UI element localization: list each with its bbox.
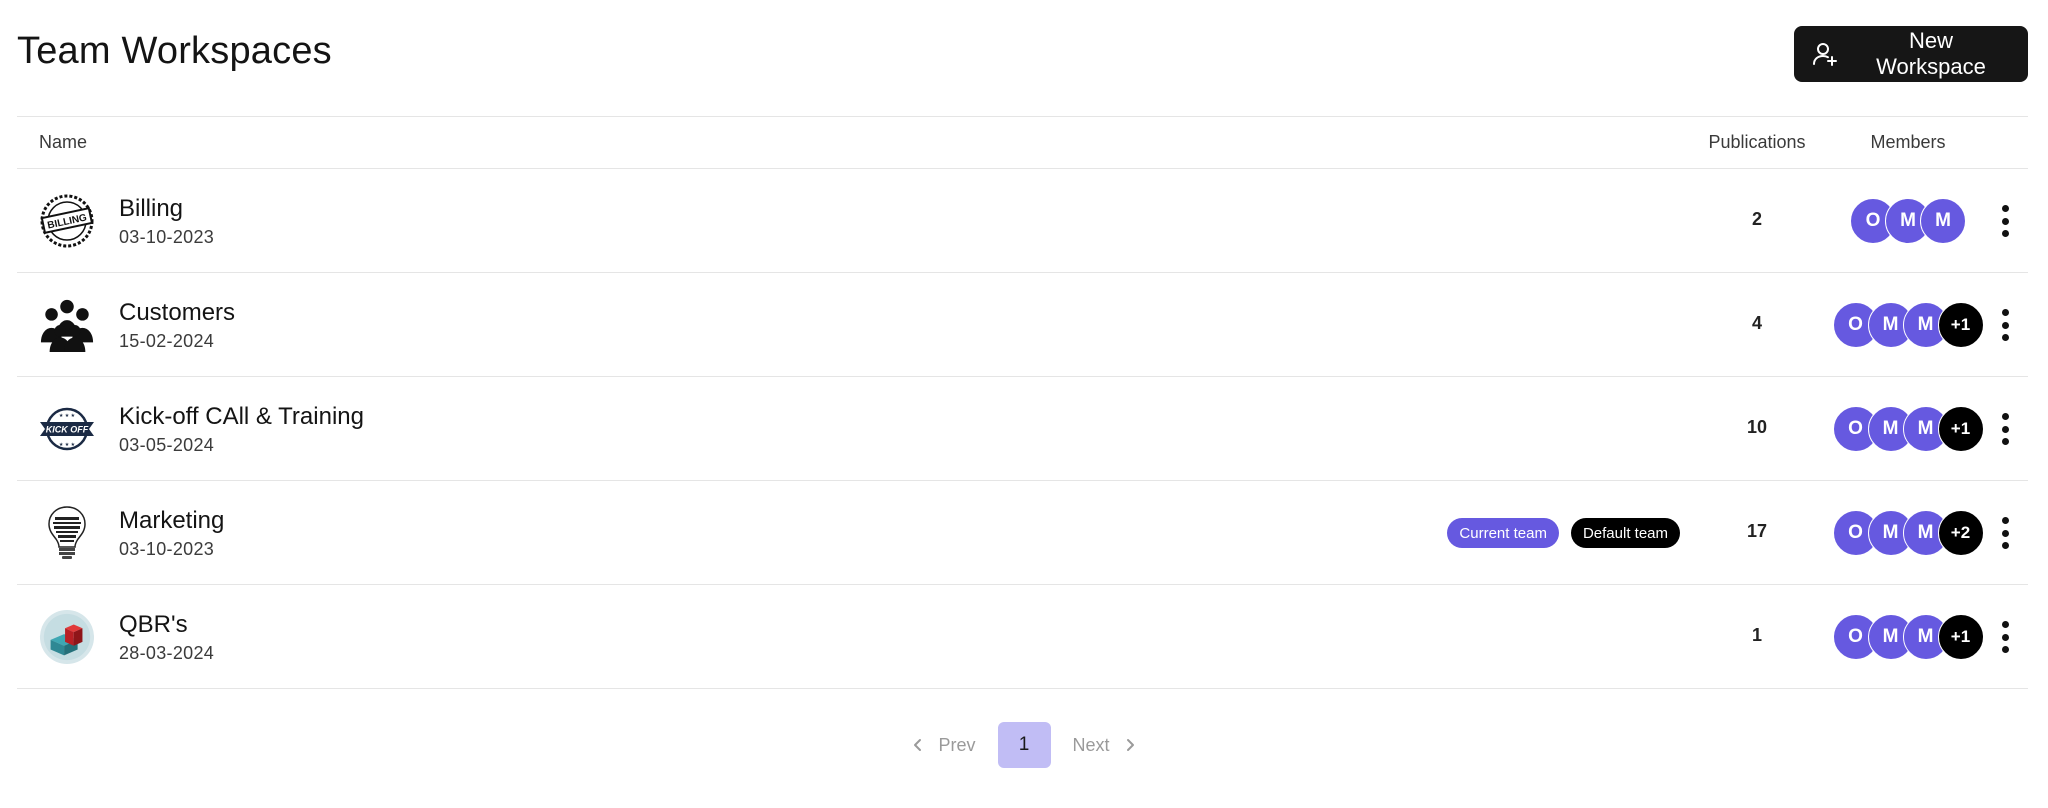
prev-label: Prev <box>938 734 976 755</box>
more-options-icon[interactable] <box>1990 617 2020 657</box>
more-members-badge[interactable]: +1 <box>1937 614 1984 660</box>
workspace-name[interactable]: Marketing <box>119 507 224 535</box>
next-label: Next <box>1072 734 1110 755</box>
svg-text:★ ★ ★: ★ ★ ★ <box>59 413 76 419</box>
cube-chart-logo <box>39 609 95 665</box>
member-avatar: M <box>1920 198 1966 244</box>
table-row[interactable]: KICK OFF ★ ★ ★ ★ ★ ★ Kick-off CAll & Tra… <box>17 377 2028 481</box>
table-row[interactable]: BILLING Billing 03-10-2023 2 OMM <box>17 169 2028 273</box>
kick-off-ribbon-logo: KICK OFF ★ ★ ★ ★ ★ ★ <box>39 401 95 457</box>
user-plus-icon <box>1812 41 1838 67</box>
members-avatars: O M M +1 <box>1828 302 1988 348</box>
members-avatars: O M M +1 <box>1828 614 1988 660</box>
new-workspace-button[interactable]: New Workspace <box>1794 26 2028 82</box>
publications-count: 4 <box>1751 313 1762 333</box>
publications-count: 17 <box>1746 521 1768 541</box>
workspace-date: 03-10-2023 <box>119 539 215 559</box>
members-avatars: O M M +2 <box>1828 510 1988 556</box>
more-options-icon[interactable] <box>1990 201 2020 241</box>
current-team-badge: Current team <box>1447 518 1559 548</box>
next-page-button[interactable]: Next <box>1073 735 1136 756</box>
new-workspace-label: New Workspace <box>1876 28 1986 79</box>
more-members-badge[interactable]: +1 <box>1937 302 1984 348</box>
page-1-button[interactable]: 1 <box>997 722 1051 768</box>
default-team-badge: Default team <box>1570 518 1680 548</box>
workspace-name[interactable]: Customers <box>119 299 235 327</box>
publications-count: 1 <box>1751 625 1762 645</box>
table-row[interactable]: Marketing 03-10-2023 Current team Default… <box>17 481 2028 585</box>
table-row[interactable]: QBR's 28-03-2024 1 O M M +1 <box>17 585 2028 689</box>
table-row[interactable]: Customers 15-02-2024 4 O M M +1 <box>17 273 2028 377</box>
kickoff-logo-text: KICK OFF <box>46 425 89 435</box>
publications-count: 10 <box>1746 417 1768 437</box>
team-badges: Current team Default team <box>1447 518 1680 548</box>
column-header-members: Members <box>1870 132 1946 152</box>
more-options-icon[interactable] <box>1990 409 2020 449</box>
pagination: Prev 1 Next <box>0 722 2048 768</box>
workspace-name[interactable]: Kick-off CAll & Training <box>119 403 364 431</box>
billing-stamp-logo: BILLING <box>39 193 95 249</box>
chevron-right-icon <box>1124 738 1136 752</box>
column-header-publications: Publications <box>1708 132 1806 152</box>
page-title: Team Workspaces <box>17 30 332 72</box>
workspace-date: 15-02-2024 <box>119 331 215 351</box>
svg-text:★ ★ ★: ★ ★ ★ <box>59 442 76 448</box>
prev-page-button[interactable]: Prev <box>912 734 976 756</box>
people-group-logo <box>39 297 95 353</box>
more-options-icon[interactable] <box>1990 305 2020 345</box>
more-members-badge[interactable]: +2 <box>1937 510 1984 556</box>
workspaces-table: Name Publications Members BILLING Billin… <box>17 116 2028 689</box>
more-members-badge[interactable]: +1 <box>1937 406 1984 452</box>
members-avatars: O M M +1 <box>1828 406 1988 452</box>
more-options-icon[interactable] <box>1990 513 2020 553</box>
workspace-name[interactable]: Billing <box>119 195 183 223</box>
publications-count: 2 <box>1751 209 1762 229</box>
column-header-name: Name <box>39 132 88 152</box>
workspace-date: 03-05-2024 <box>119 435 215 455</box>
workspace-date: 28-03-2024 <box>119 643 215 663</box>
table-header: Name Publications Members <box>17 116 2028 169</box>
workspace-name[interactable]: QBR's <box>119 611 188 639</box>
lightbulb-wordcloud-logo <box>39 505 95 561</box>
workspace-date: 03-10-2023 <box>119 227 215 247</box>
members-avatars: OMM <box>1828 198 1988 244</box>
chevron-left-icon <box>912 738 924 752</box>
table-body: BILLING Billing 03-10-2023 2 OMM Custome… <box>17 169 2028 689</box>
